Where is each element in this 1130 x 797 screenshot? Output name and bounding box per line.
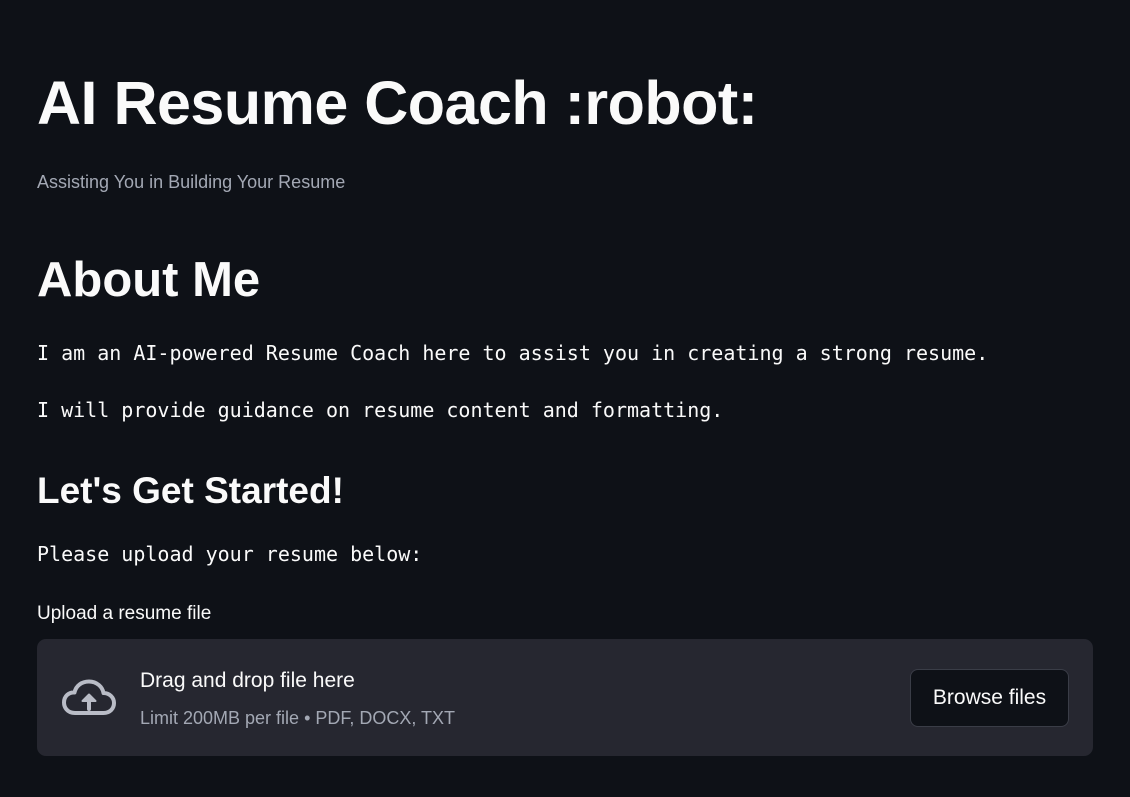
page-title: AI Resume Coach :robot: [37, 69, 758, 137]
about-text-line-2: I will provide guidance on resume conten… [37, 398, 724, 422]
about-heading: About Me [37, 253, 261, 307]
get-started-heading: Let's Get Started! [37, 470, 344, 511]
page-subtitle: Assisting You in Building Your Resume [37, 172, 346, 192]
dropzone-limit-text: Limit 200MB per file • PDF, DOCX, TXT [140, 708, 456, 728]
file-dropzone[interactable]: Drag and drop file here Limit 200MB per … [37, 639, 1093, 756]
about-text-line-1: I am an AI-powered Resume Coach here to … [37, 341, 989, 365]
file-uploader-label: Upload a resume file [37, 603, 212, 624]
dropzone-instructions: Drag and drop file here [140, 669, 355, 692]
upload-prompt: Please upload your resume below: [37, 542, 423, 566]
main-content: AI Resume Coach :robot: Assisting You in… [0, 0, 1130, 797]
browse-files-button[interactable]: Browse files [910, 669, 1069, 727]
cloud-upload-icon [61, 679, 117, 717]
